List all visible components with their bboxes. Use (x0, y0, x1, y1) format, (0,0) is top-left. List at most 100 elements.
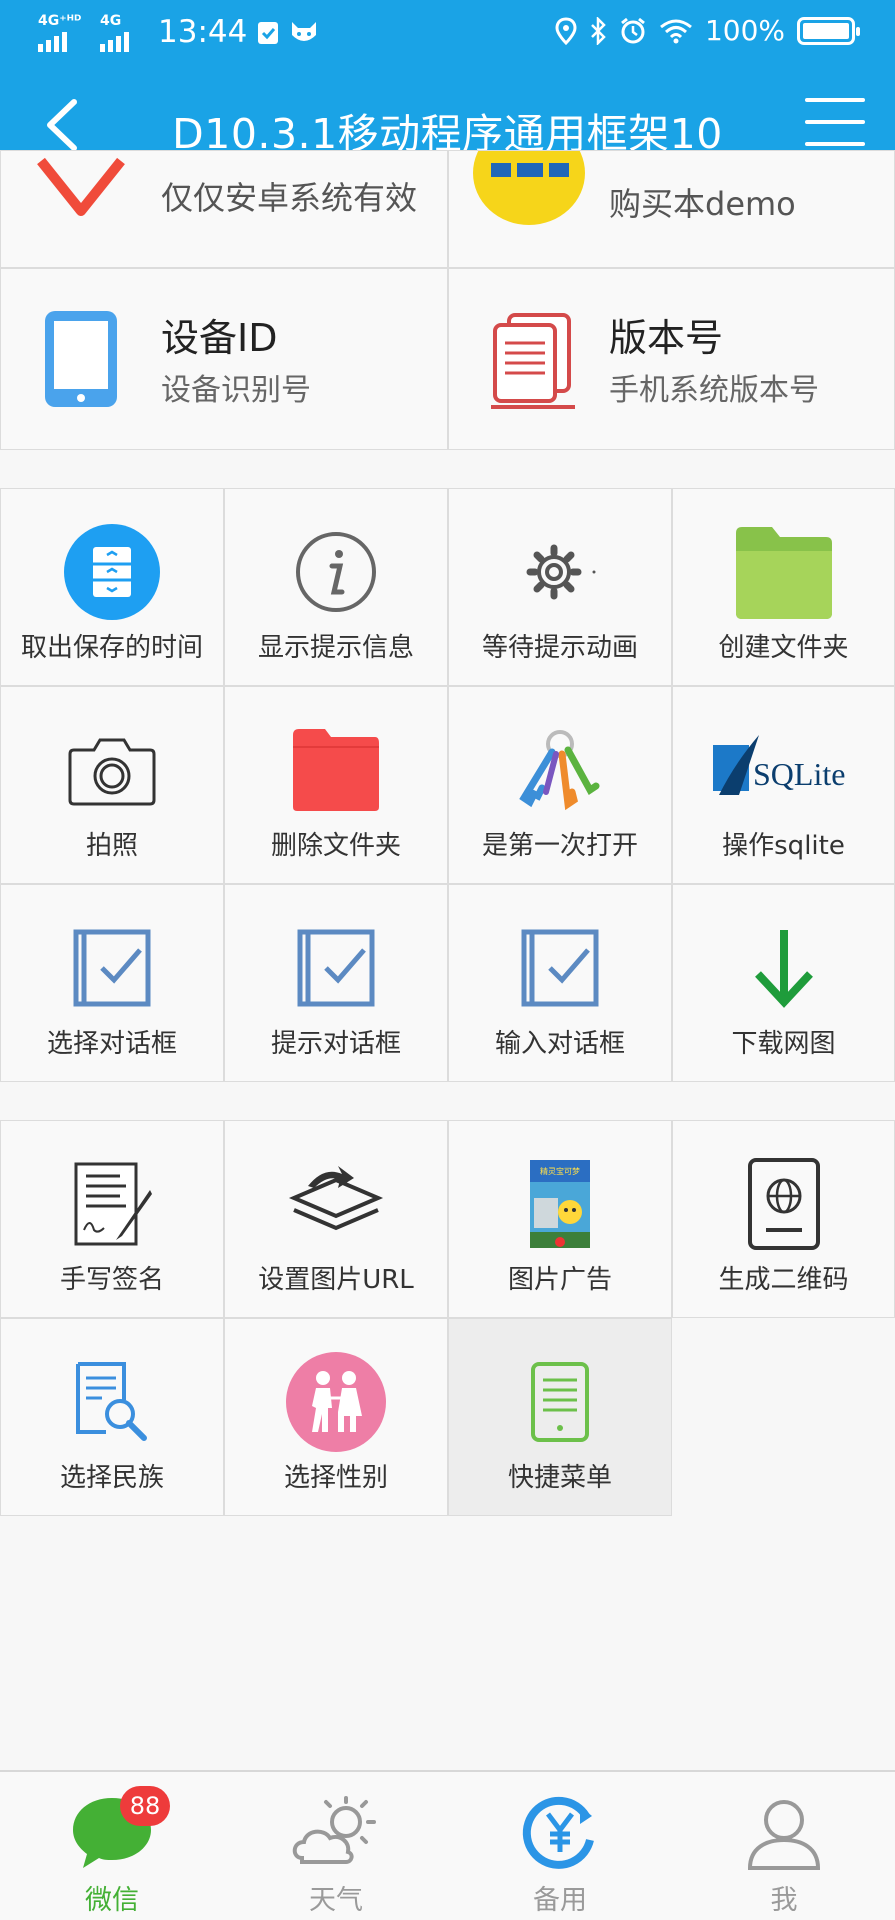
feature-title: 设备ID (161, 316, 278, 360)
grid-item-label: 生成二维码 (718, 1265, 849, 1295)
wifi-icon (660, 19, 692, 43)
feature-version[interactable]: 版本号 手机系统版本号 (448, 268, 895, 450)
hamburger-line (805, 120, 865, 124)
battery-percent: 100% (704, 14, 785, 47)
grid-item-label: 下载网图 (731, 1029, 836, 1059)
tab-label: 备用 (533, 1885, 587, 1916)
keys-icon (519, 730, 600, 811)
feature-device-id[interactable]: 设备ID 设备识别号 (0, 268, 448, 450)
checkbox-icon (73, 929, 151, 1007)
feature-subtitle: 购买本demo (609, 185, 796, 223)
grid-item-saved-time[interactable]: 取出保存的时间 (0, 488, 224, 686)
tab-weather[interactable]: 天气 (224, 1772, 448, 1920)
grid-item-sqlite[interactable]: SQLite 操作sqlite (672, 686, 895, 884)
grid-item-input-dialog[interactable]: 输入对话框 (448, 884, 672, 1082)
tab-label: 天气 (309, 1885, 363, 1916)
grid-item-wait-animation[interactable]: 等待提示动画 (448, 488, 672, 686)
checkbox-icon (297, 929, 375, 1007)
grid-item-qr-code[interactable]: 生成二维码 (672, 1120, 895, 1318)
grid-item-delete-folder[interactable]: 删除文件夹 (224, 686, 448, 884)
cat-face-icon (292, 22, 317, 41)
documents-icon (491, 313, 575, 409)
feature-subtitle: 仅仅安卓系统有效 (161, 179, 418, 217)
grid-item-create-folder[interactable]: 创建文件夹 (672, 488, 895, 686)
signal-4g-hd-icon: 4G⁺ᴴᴰ (38, 13, 90, 52)
battery-icon (797, 16, 860, 45)
feature-subtitle: 设备识别号 (161, 373, 311, 408)
grid-item-signature[interactable]: 手写签名 (0, 1120, 224, 1318)
hamburger-line (805, 98, 865, 102)
grid-item-select-dialog[interactable]: 选择对话框 (0, 884, 224, 1082)
grid-item-label: 删除文件夹 (270, 831, 401, 861)
feature-buy-demo[interactable]: 购买本demo (448, 150, 895, 268)
grid-item-label: 等待提示动画 (481, 633, 638, 663)
grid-item-select-gender[interactable]: 选择性别 (224, 1318, 448, 1516)
tab-wechat[interactable]: 88 微信 (0, 1772, 224, 1920)
grid-item-label: 手写签名 (59, 1265, 164, 1295)
status-time: 13:44 (158, 14, 248, 50)
green-folder-icon (735, 527, 832, 619)
bluetooth-icon (591, 16, 606, 45)
svg-text:SQLite: SQLite (753, 756, 845, 792)
checkbox-icon (521, 929, 599, 1007)
status-bar: 4G⁺ᴴᴰ 4G 13:44 100% (0, 0, 895, 70)
red-folder-icon (293, 729, 379, 811)
grid-item-label: 提示对话框 (270, 1029, 401, 1059)
grid-item-download-image[interactable]: 下载网图 (672, 884, 895, 1082)
menu-button[interactable] (805, 98, 865, 150)
grid-item-label: 输入对话框 (494, 1029, 625, 1059)
bottom-tab-bar: 88 微信 天气 备用 我 (0, 1770, 895, 1920)
download-arrow-icon (754, 930, 813, 1008)
grid-item-image-ad[interactable]: 精灵宝可梦 图片广告 (448, 1120, 672, 1318)
feature-title: 版本号 (609, 316, 724, 360)
grid-item-show-info[interactable]: 显示提示信息 (224, 488, 448, 686)
sqlite-logo-icon: SQLite (712, 735, 845, 795)
signal-4g-icon: 4G (100, 13, 144, 52)
layers-icon (288, 1166, 384, 1231)
phone-icon (45, 311, 117, 407)
grid-item-first-open[interactable]: 是第一次打开 (448, 686, 672, 884)
gear-icon (526, 544, 596, 600)
cabinet-icon (64, 524, 160, 620)
search-document-icon (76, 1362, 147, 1441)
feature-subtitle: 手机系统版本号 (609, 373, 819, 408)
couple-icon (286, 1352, 386, 1452)
grid-item-label: 拍照 (85, 831, 138, 861)
network-type-label: 4G⁺ᴴᴰ (38, 13, 82, 29)
grid-item-label: 选择对话框 (46, 1029, 177, 1059)
grid-item-label: 取出保存的时间 (20, 633, 203, 663)
clipboard-check-icon (258, 22, 279, 44)
grid-item-label: 设置图片URL (258, 1265, 414, 1295)
svg-text:精灵宝可梦: 精灵宝可梦 (540, 1166, 580, 1176)
user-icon (747, 1800, 821, 1870)
camera-icon (68, 738, 156, 806)
grid-item-label: 快捷菜单 (507, 1463, 612, 1493)
tab-backup[interactable]: 备用 (448, 1772, 672, 1920)
grid-item-label: 创建文件夹 (718, 633, 849, 663)
passport-icon (747, 1158, 820, 1250)
yuan-icon (522, 1796, 594, 1869)
grid-item-take-photo[interactable]: 拍照 (0, 686, 224, 884)
grid-item-label: 选择民族 (59, 1463, 164, 1493)
grid-item-label: 操作sqlite (722, 831, 845, 861)
location-icon (555, 16, 577, 45)
unread-badge: 88 (120, 1786, 170, 1826)
grid-item-label: 是第一次打开 (481, 831, 638, 861)
grid-item-label: 显示提示信息 (257, 633, 414, 663)
grid-item-set-image-url[interactable]: 设置图片URL (224, 1120, 448, 1318)
alarm-icon (621, 17, 645, 43)
grid-item-prompt-dialog[interactable]: 提示对话框 (224, 884, 448, 1082)
tab-label: 我 (770, 1885, 798, 1916)
heart-icon (37, 157, 125, 216)
signature-icon (74, 1162, 152, 1246)
tablet-icon (531, 1362, 589, 1442)
grid-item-label: 选择性别 (283, 1463, 388, 1493)
feature-android-only[interactable]: 仅仅安卓系统有效 (0, 150, 448, 268)
tab-label: 微信 (85, 1885, 139, 1916)
grid-item-select-ethnicity[interactable]: 选择民族 (0, 1318, 224, 1516)
tab-me[interactable]: 我 (672, 1772, 895, 1920)
grid-item-label: 图片广告 (507, 1265, 612, 1295)
grid-item-quick-menu[interactable]: 快捷菜单 (448, 1318, 672, 1516)
weather-icon (292, 1796, 376, 1864)
network-type-label-2: 4G (100, 13, 122, 29)
